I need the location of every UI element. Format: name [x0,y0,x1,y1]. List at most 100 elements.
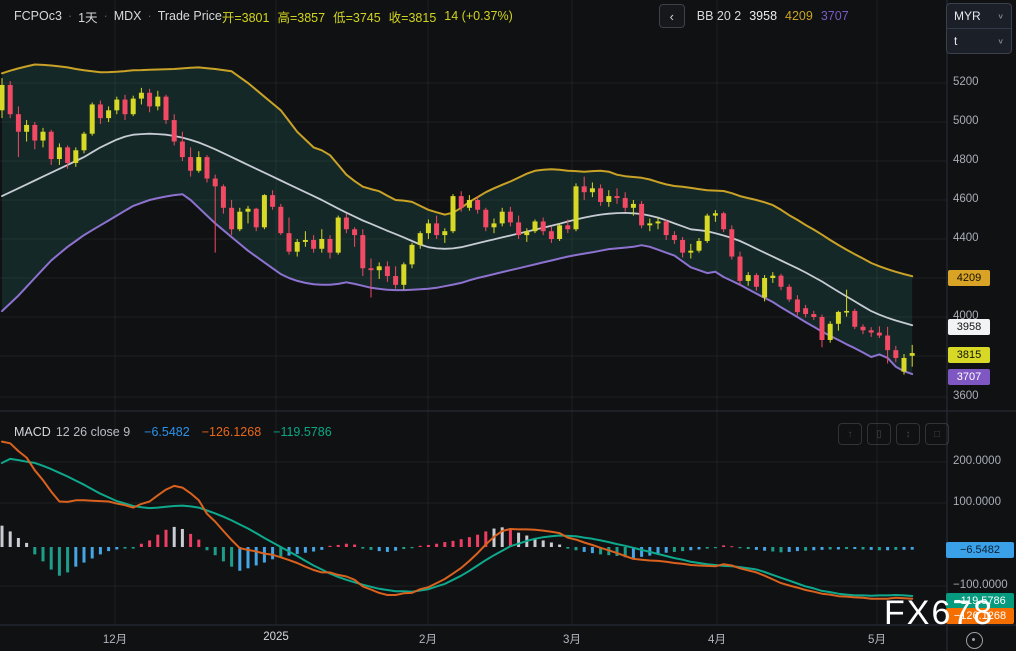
maximize-pane-icon[interactable]: □ [925,423,949,445]
bb-basis-value: 3958 [749,9,777,23]
candle [24,125,29,132]
candle [803,308,808,314]
candle [836,312,841,324]
time-axis-label: 2月 [419,631,437,647]
legend-separator: · [68,9,72,23]
candle [172,120,177,141]
candle [328,239,333,253]
exchange-label: MDX [114,9,142,23]
candle [598,188,603,202]
candle [664,221,669,235]
candle [410,245,415,265]
candle [418,233,423,245]
candle [492,223,497,227]
bb-indicator-legend[interactable]: BB 20 2 3958 4209 3707 [697,9,849,23]
candle [114,100,119,111]
candle [295,242,300,252]
macd-pane-toolbar: ↑▯↕□ [838,423,949,445]
move-pane-up-icon[interactable]: ↑ [838,423,862,445]
candle [319,239,324,249]
candle [352,229,357,235]
open-value: 开=3801 [222,7,270,26]
candle [779,276,784,287]
candle [303,240,308,242]
candle [164,97,169,120]
candle [106,110,111,118]
settings-gear-icon[interactable] [966,632,983,649]
candle [451,196,456,231]
candle [0,85,5,110]
close-value: 收=3815 [389,7,437,26]
candle [262,195,267,227]
time-axis-label: 5月 [868,631,886,647]
time-axis-label: 4月 [708,631,726,647]
candle [721,213,726,229]
macd-indicator-legend[interactable]: MACD 12 26 close 9 −6.5482 −126.1268 −11… [14,425,332,439]
price-axis-chip: 3815 [948,347,990,363]
chart-canvas[interactable] [0,0,1016,651]
candle [426,223,431,233]
candle [377,266,382,270]
unit-dropdown[interactable]: t ∨ [947,28,1011,53]
macd-line-value: −126.1268 [202,425,261,439]
candle [746,275,751,281]
candle [270,195,275,207]
trading-chart-app: FCPOc3 · 1天 · MDX · Trade Price 开=3801 高… [0,0,1016,651]
high-value: 高=3857 [277,7,325,26]
price-axis-tick: 5000 [953,115,979,127]
candle [820,317,825,340]
currency-dropdown[interactable]: MYR ∨ [947,4,1011,28]
candle [910,353,915,356]
symbol-name[interactable]: FCPOc3 [14,9,62,23]
collapse-pane-icon[interactable]: ↕ [896,423,920,445]
back-button[interactable]: ‹ [659,4,685,28]
series-type-label: Trade Price [158,9,222,23]
candle [762,278,767,298]
candle [360,235,365,268]
candle [574,186,579,229]
candle [311,240,316,249]
unit-value: t [954,34,957,48]
candle [656,221,661,223]
interval-label[interactable]: 1天 [78,7,97,26]
change-value: 14 (+0.37%) [444,9,512,23]
candle [713,213,718,215]
candle [861,327,866,331]
candle [549,231,554,239]
price-axis-tick: 3600 [953,390,979,402]
candle [57,147,62,159]
candle [508,212,513,223]
candle [885,336,890,351]
candle [139,93,144,99]
candle [344,218,349,230]
time-axis[interactable] [0,625,1016,651]
candle [787,287,792,300]
candle [8,85,13,114]
price-axis-chip: 4209 [948,270,990,286]
candle [336,218,341,253]
candle [369,268,374,270]
time-axis-label: 3月 [563,631,581,647]
candle [123,100,128,115]
candle [869,330,874,332]
candle [697,241,702,251]
chevron-down-icon: ∨ [997,12,1004,21]
candle [393,276,398,285]
candle [254,209,259,228]
candle [902,358,907,372]
candle [811,314,816,317]
candle [237,212,242,230]
candle [459,196,464,208]
candle [90,104,95,133]
delete-pane-icon[interactable]: ▯ [867,423,891,445]
price-axis-tick: 5200 [953,76,979,88]
chart-legend-toolbar[interactable]: FCPOc3 · 1天 · MDX · Trade Price 开=3801 高… [0,0,961,32]
candle [49,132,54,159]
candle [213,179,218,187]
candle [434,223,439,235]
candle [623,198,628,208]
candle [541,221,546,231]
candle [401,264,406,284]
candle [729,229,734,256]
chevron-down-icon: ∨ [997,37,1004,46]
